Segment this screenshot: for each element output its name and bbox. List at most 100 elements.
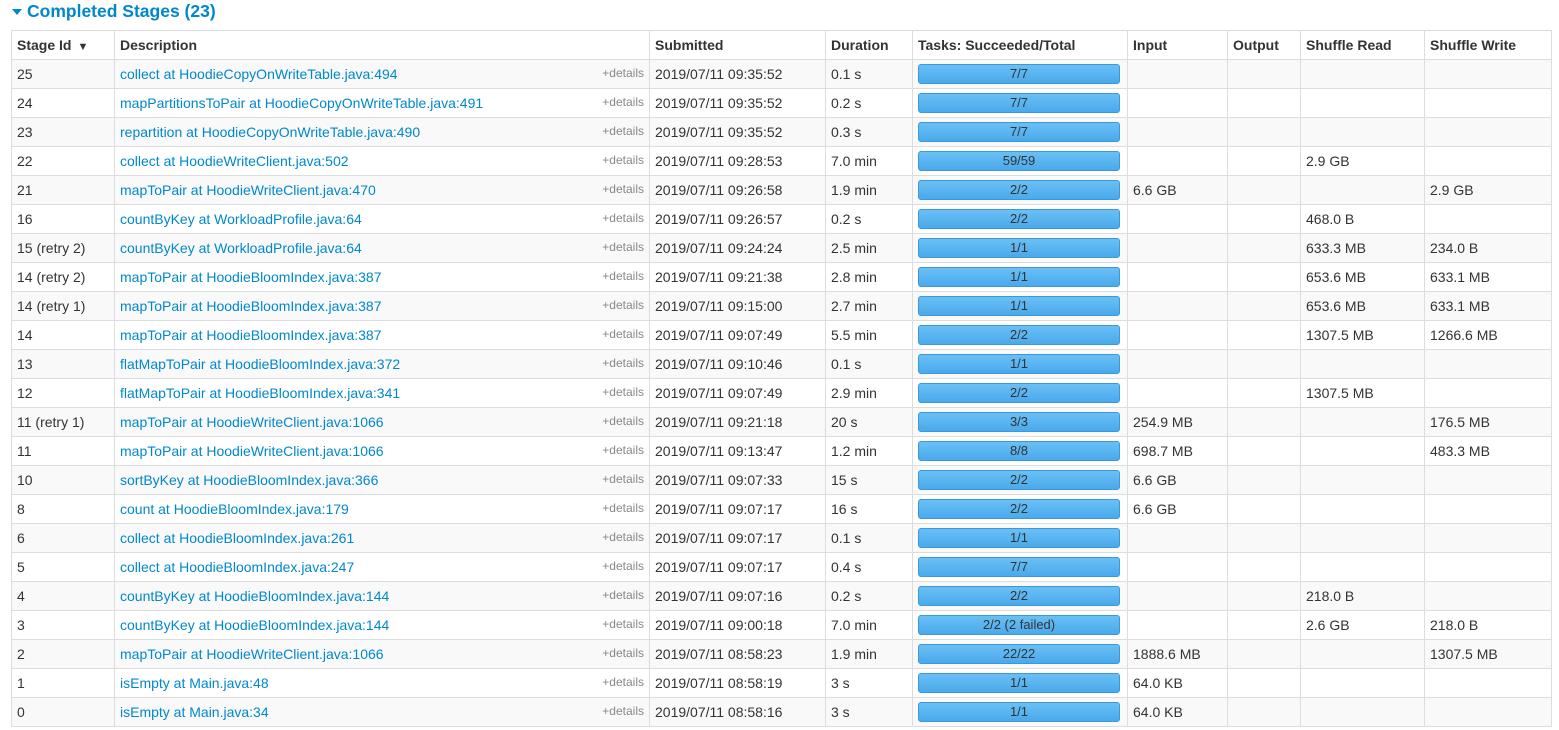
col-description[interactable]: Description <box>114 30 650 60</box>
details-toggle[interactable]: +details <box>602 588 644 602</box>
description-cell: mapPartitionsToPair at HoodieCopyOnWrite… <box>114 88 650 118</box>
stage-description-link[interactable]: mapToPair at HoodieBloomIndex.java:387 <box>120 298 382 314</box>
stage-description-link[interactable]: countByKey at WorkloadProfile.java:64 <box>120 211 362 227</box>
details-toggle[interactable]: +details <box>602 675 644 689</box>
output-size <box>1227 407 1301 437</box>
details-toggle[interactable]: +details <box>602 385 644 399</box>
stage-description-link[interactable]: countByKey at HoodieBloomIndex.java:144 <box>120 588 389 604</box>
input-size <box>1127 523 1228 553</box>
tasks-cell: 2/2 <box>912 465 1128 495</box>
tasks-progress-bar: 1/1 <box>918 238 1120 258</box>
table-row: 11 (retry 1) mapToPair at HoodieWriteClie… <box>11 407 1552 437</box>
stage-id: 12 <box>11 378 115 408</box>
stage-description-link[interactable]: countByKey at WorkloadProfile.java:64 <box>120 240 362 256</box>
stage-id: 8 <box>11 494 115 524</box>
shuffle-write <box>1424 552 1552 582</box>
stage-description-link[interactable]: mapToPair at HoodieWriteClient.java:1066 <box>120 443 384 459</box>
details-toggle[interactable]: +details <box>602 414 644 428</box>
description-cell: countByKey at WorkloadProfile.java:64 +de… <box>114 204 650 234</box>
tasks-progress-bar: 7/7 <box>918 557 1120 577</box>
input-size: 64.0 KB <box>1127 697 1228 727</box>
submitted-time: 2019/07/11 09:26:58 <box>649 175 826 205</box>
details-toggle[interactable]: +details <box>602 240 644 254</box>
details-toggle[interactable]: +details <box>602 530 644 544</box>
input-size <box>1127 349 1228 379</box>
table-row: 25 collect at HoodieCopyOnWriteTable.java… <box>11 59 1552 89</box>
col-tasks[interactable]: Tasks: Succeeded/Total <box>912 30 1128 60</box>
details-toggle[interactable]: +details <box>602 327 644 341</box>
stage-id: 4 <box>11 581 115 611</box>
duration: 0.3 s <box>825 117 913 147</box>
details-toggle[interactable]: +details <box>602 617 644 631</box>
submitted-time: 2019/07/11 09:07:16 <box>649 581 826 611</box>
table-row: 0 isEmpty at Main.java:34 +details 2019/07/… <box>11 697 1552 727</box>
details-toggle[interactable]: +details <box>602 559 644 573</box>
tasks-progress-bar: 8/8 <box>918 441 1120 461</box>
stage-description-link[interactable]: isEmpty at Main.java:34 <box>120 704 269 720</box>
col-submitted[interactable]: Submitted <box>649 30 826 60</box>
stage-description-link[interactable]: collect at HoodieBloomIndex.java:261 <box>120 530 354 546</box>
details-toggle[interactable]: +details <box>602 211 644 225</box>
shuffle-read <box>1300 349 1425 379</box>
tasks-cell: 1/1 <box>912 697 1128 727</box>
stage-description-link[interactable]: collect at HoodieWriteClient.java:502 <box>120 153 349 169</box>
tasks-cell: 1/1 <box>912 523 1128 553</box>
stage-description-link[interactable]: mapToPair at HoodieBloomIndex.java:387 <box>120 327 382 343</box>
details-toggle[interactable]: +details <box>602 182 644 196</box>
table-row: 1 isEmpty at Main.java:48 +details 2019/07/… <box>11 668 1552 698</box>
details-toggle[interactable]: +details <box>602 153 644 167</box>
description-cell: isEmpty at Main.java:48 +details <box>114 668 650 698</box>
tasks-progress-label: 2/2 <box>1009 182 1029 197</box>
stage-description-link[interactable]: isEmpty at Main.java:48 <box>120 675 269 691</box>
tasks-progress-label: 59/59 <box>1002 153 1036 168</box>
details-toggle[interactable]: +details <box>602 704 644 718</box>
description-cell: mapToPair at HoodieBloomIndex.java:387 +d… <box>114 262 650 292</box>
col-stage-id[interactable]: Stage Id ▼ <box>11 30 115 60</box>
shuffle-write: 234.0 B <box>1424 233 1552 263</box>
details-toggle[interactable]: +details <box>602 501 644 515</box>
submitted-time: 2019/07/11 09:07:17 <box>649 523 826 553</box>
details-toggle[interactable]: +details <box>602 298 644 312</box>
input-size <box>1127 378 1228 408</box>
details-toggle[interactable]: +details <box>602 269 644 283</box>
stage-description-link[interactable]: count at HoodieBloomIndex.java:179 <box>120 501 349 517</box>
output-size <box>1227 146 1301 176</box>
shuffle-write <box>1424 88 1552 118</box>
submitted-time: 2019/07/11 09:35:52 <box>649 59 826 89</box>
stage-description-link[interactable]: flatMapToPair at HoodieBloomIndex.java:3… <box>120 385 400 401</box>
stage-id: 1 <box>11 668 115 698</box>
col-shuffle-write[interactable]: Shuffle Write <box>1424 30 1552 60</box>
stage-id: 5 <box>11 552 115 582</box>
details-toggle[interactable]: +details <box>602 646 644 660</box>
tasks-progress-label: 2/2 <box>1009 501 1029 516</box>
details-toggle[interactable]: +details <box>602 66 644 80</box>
col-output[interactable]: Output <box>1227 30 1301 60</box>
details-toggle[interactable]: +details <box>602 472 644 486</box>
duration: 2.8 min <box>825 262 913 292</box>
stage-description-link[interactable]: countByKey at HoodieBloomIndex.java:144 <box>120 617 389 633</box>
stage-description-link[interactable]: repartition at HoodieCopyOnWriteTable.ja… <box>120 124 420 140</box>
col-input[interactable]: Input <box>1127 30 1228 60</box>
stage-description-link[interactable]: mapPartitionsToPair at HoodieCopyOnWrite… <box>120 95 483 111</box>
input-size <box>1127 233 1228 263</box>
details-toggle[interactable]: +details <box>602 124 644 138</box>
stage-description-link[interactable]: flatMapToPair at HoodieBloomIndex.java:3… <box>120 356 400 372</box>
col-shuffle-read[interactable]: Shuffle Read <box>1300 30 1425 60</box>
stage-description-link[interactable]: collect at HoodieCopyOnWriteTable.java:4… <box>120 66 398 82</box>
shuffle-read <box>1300 668 1425 698</box>
stage-description-link[interactable]: mapToPair at HoodieWriteClient.java:470 <box>120 182 376 198</box>
stage-description-link[interactable]: collect at HoodieBloomIndex.java:247 <box>120 559 354 575</box>
details-toggle[interactable]: +details <box>602 356 644 370</box>
completed-stages-toggle[interactable]: Completed Stages (23) <box>12 0 216 22</box>
table-row: 12 flatMapToPair at HoodieBloomIndex.java… <box>11 378 1552 408</box>
input-size: 698.7 MB <box>1127 436 1228 466</box>
details-toggle[interactable]: +details <box>602 443 644 457</box>
tasks-cell: 22/22 <box>912 639 1128 669</box>
col-duration[interactable]: Duration <box>825 30 913 60</box>
stage-description-link[interactable]: mapToPair at HoodieWriteClient.java:1066 <box>120 414 384 430</box>
stage-description-link[interactable]: mapToPair at HoodieWriteClient.java:1066 <box>120 646 384 662</box>
stage-description-link[interactable]: sortByKey at HoodieBloomIndex.java:366 <box>120 472 378 488</box>
stage-description-link[interactable]: mapToPair at HoodieBloomIndex.java:387 <box>120 269 382 285</box>
description-cell: mapToPair at HoodieBloomIndex.java:387 +d… <box>114 320 650 350</box>
details-toggle[interactable]: +details <box>602 95 644 109</box>
